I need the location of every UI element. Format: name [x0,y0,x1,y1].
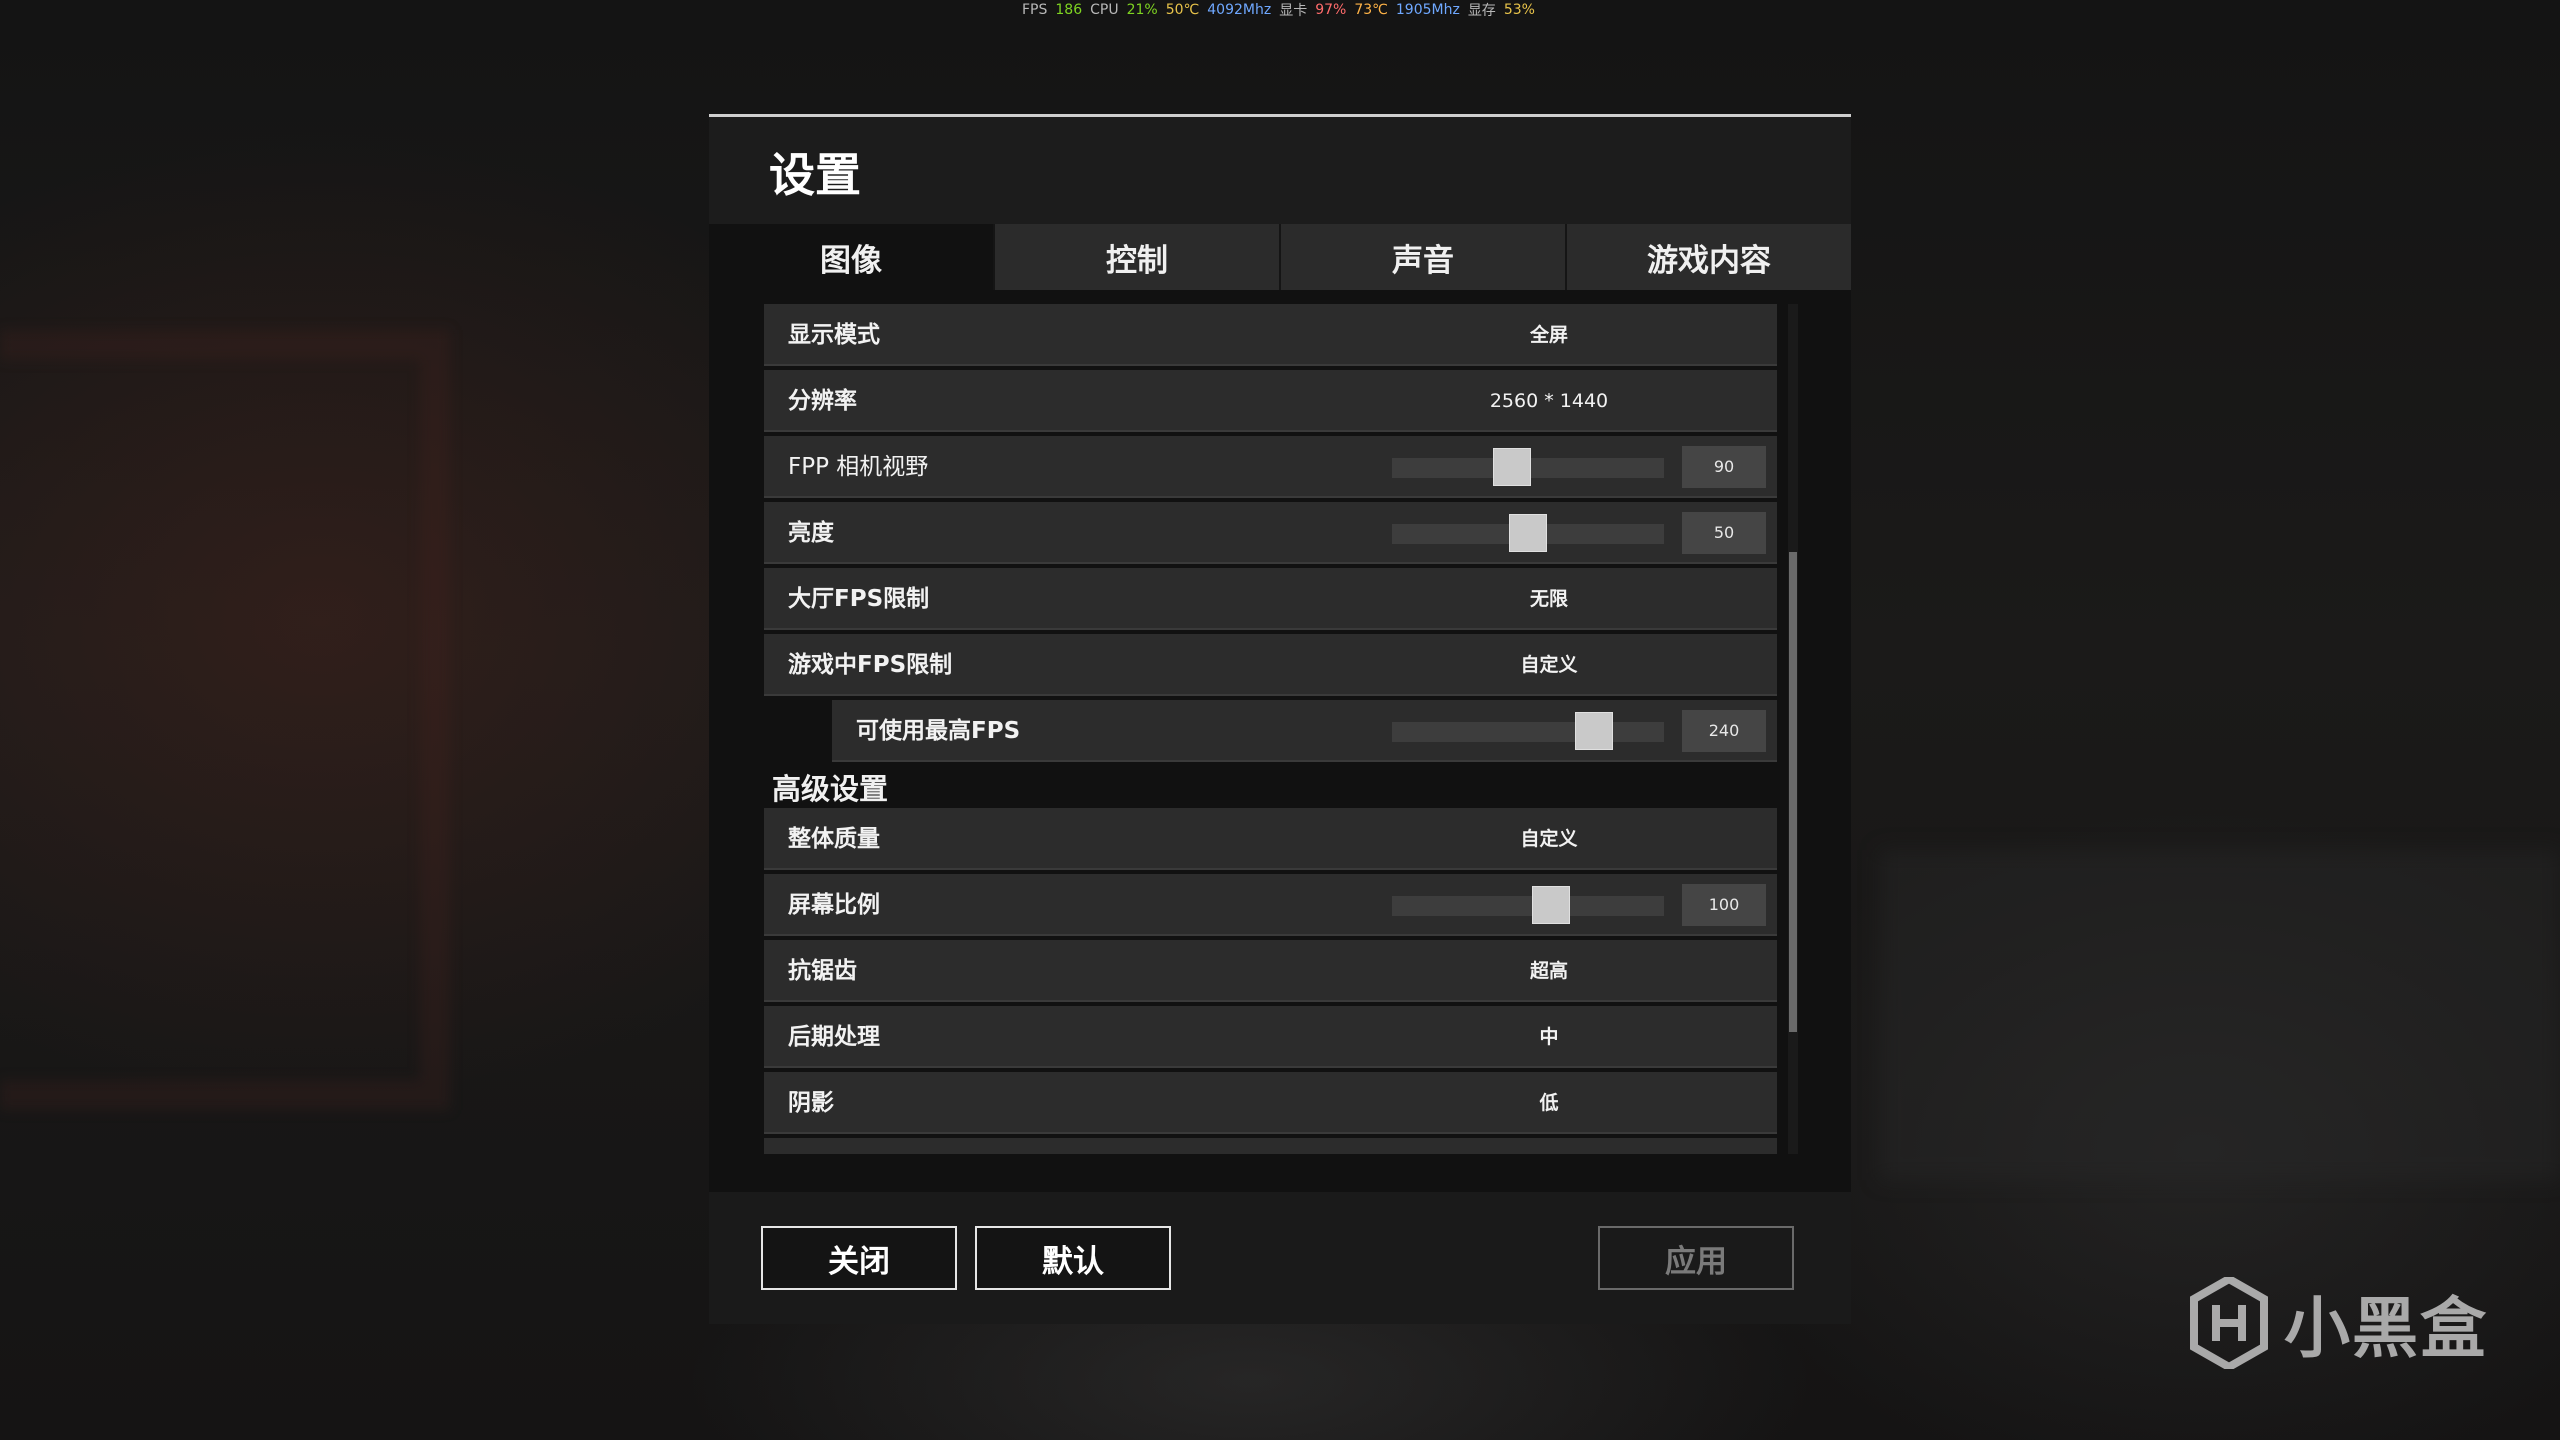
default-button[interactable]: 默认 [975,1226,1171,1290]
setting-label: 抗锯齿 [788,958,857,984]
setting-row-overall-quality[interactable]: 整体质量 自定义 [764,808,1777,870]
setting-row-post-processing[interactable]: 后期处理 中 [764,1006,1777,1068]
overlay-fps-value: 186 [1055,2,1083,18]
setting-row-fpp-fov[interactable]: FPP 相机视野 90 [764,436,1777,498]
tab-graphics[interactable]: 图像 [709,224,993,290]
setting-label: FPP 相机视野 [788,454,929,480]
overlay-gpu-clock: 1905Mhz [1395,2,1460,18]
setting-label: 整体质量 [788,826,880,852]
setting-row-ingame-fps-limit[interactable]: 游戏中FPS限制 自定义 [764,634,1777,696]
overlay-vram-label: 显存 [1467,3,1496,19]
scrollbar-thumb[interactable] [1789,552,1797,1032]
overlay-gpu-label: 显卡 [1279,3,1308,19]
slider-thumb[interactable] [1575,712,1613,750]
setting-row-brightness[interactable]: 亮度 50 [764,502,1777,564]
overlay-fps-label: FPS [1022,2,1048,18]
setting-row-display-mode[interactable]: 显示模式 全屏 [764,304,1777,366]
slider-thumb[interactable] [1509,514,1547,552]
setting-label: 游戏中FPS限制 [788,652,953,678]
overlay-cpu-temp: 50℃ [1165,2,1200,18]
performance-overlay: FPS 186 CPU 21% 50℃ 4092Mhz 显卡 97% 73℃ 1… [1022,0,1535,20]
overlay-gpu-usage: 97% [1315,2,1347,18]
slider-value-box[interactable]: 240 [1682,710,1766,752]
slider-track[interactable] [1392,886,1664,924]
setting-label: 阴影 [788,1090,834,1116]
apply-button[interactable]: 应用 [1598,1226,1794,1290]
setting-label: 分辨率 [788,388,857,414]
tab-bar: 图像 控制 声音 游戏内容 [709,224,1851,290]
slider-value-box[interactable]: 90 [1682,446,1766,488]
setting-row-screen-scale[interactable]: 屏幕比例 100 [764,874,1777,936]
slider-track[interactable] [1392,448,1664,486]
background-blur-box [1880,850,2560,1180]
slider-track[interactable] [1392,712,1664,750]
slider-thumb[interactable] [1532,886,1570,924]
overlay-cpu-label: CPU [1090,2,1119,18]
title-bar: 设置 [709,114,1851,224]
xiaoheihe-logo-icon [2190,1277,2268,1369]
slider-value-box[interactable]: 50 [1682,512,1766,554]
overlay-cpu-usage: 21% [1126,2,1158,18]
watermark-text: 小黑盒 [2284,1290,2488,1367]
setting-label: 显示模式 [788,322,880,348]
setting-value-dropdown[interactable]: 2560 * 1440 [1444,370,1654,432]
setting-row-resolution[interactable]: 分辨率 2560 * 1440 [764,370,1777,432]
dialog-footer: 关闭 默认 应用 [709,1192,1851,1324]
setting-label: 大厅FPS限制 [788,586,930,612]
setting-label: 可使用最高FPS [856,718,1021,744]
section-header-advanced: 高级设置 [772,772,889,806]
overlay-gpu-temp: 73℃ [1354,2,1388,18]
overlay-vram-usage: 53% [1503,2,1535,18]
tab-controls[interactable]: 控制 [993,224,1279,290]
setting-value-dropdown[interactable]: 自定义 [1444,808,1654,870]
setting-value-dropdown[interactable]: 中 [1444,1006,1654,1068]
slider-track[interactable] [1392,514,1664,552]
settings-list[interactable]: 显示模式 全屏 分辨率 2560 * 1440 FPP 相机视野 90 亮度 5… [764,304,1779,1154]
setting-row-anti-aliasing[interactable]: 抗锯齿 超高 [764,940,1777,1002]
close-button[interactable]: 关闭 [761,1226,957,1290]
slider-value-box[interactable]: 100 [1682,884,1766,926]
setting-row-partial [764,1138,1777,1154]
setting-value-dropdown[interactable]: 无限 [1444,568,1654,630]
setting-value-dropdown[interactable]: 超高 [1444,940,1654,1002]
watermark: 小黑盒 [2190,1275,2488,1371]
setting-row-lobby-fps-limit[interactable]: 大厅FPS限制 无限 [764,568,1777,630]
setting-value-dropdown[interactable]: 自定义 [1444,634,1654,696]
slider-thumb[interactable] [1493,448,1531,486]
overlay-cpu-clock: 4092Mhz [1207,2,1272,18]
settings-scrollbar[interactable] [1788,304,1798,1154]
setting-label: 屏幕比例 [788,892,880,918]
tab-gameplay[interactable]: 游戏内容 [1565,224,1851,290]
setting-row-shadows[interactable]: 阴影 低 [764,1072,1777,1134]
setting-label: 后期处理 [788,1024,880,1050]
background-blur-frame [0,330,450,1110]
setting-value-dropdown[interactable]: 低 [1444,1072,1654,1134]
tab-sound[interactable]: 声音 [1279,224,1565,290]
dialog-title: 设置 [769,148,861,202]
settings-dialog: 设置 图像 控制 声音 游戏内容 显示模式 全屏 分辨率 2560 * 1440… [709,114,1851,1324]
setting-label: 亮度 [788,520,834,546]
setting-value-dropdown[interactable]: 全屏 [1444,304,1654,366]
setting-row-max-fps[interactable]: 可使用最高FPS 240 [832,700,1777,762]
